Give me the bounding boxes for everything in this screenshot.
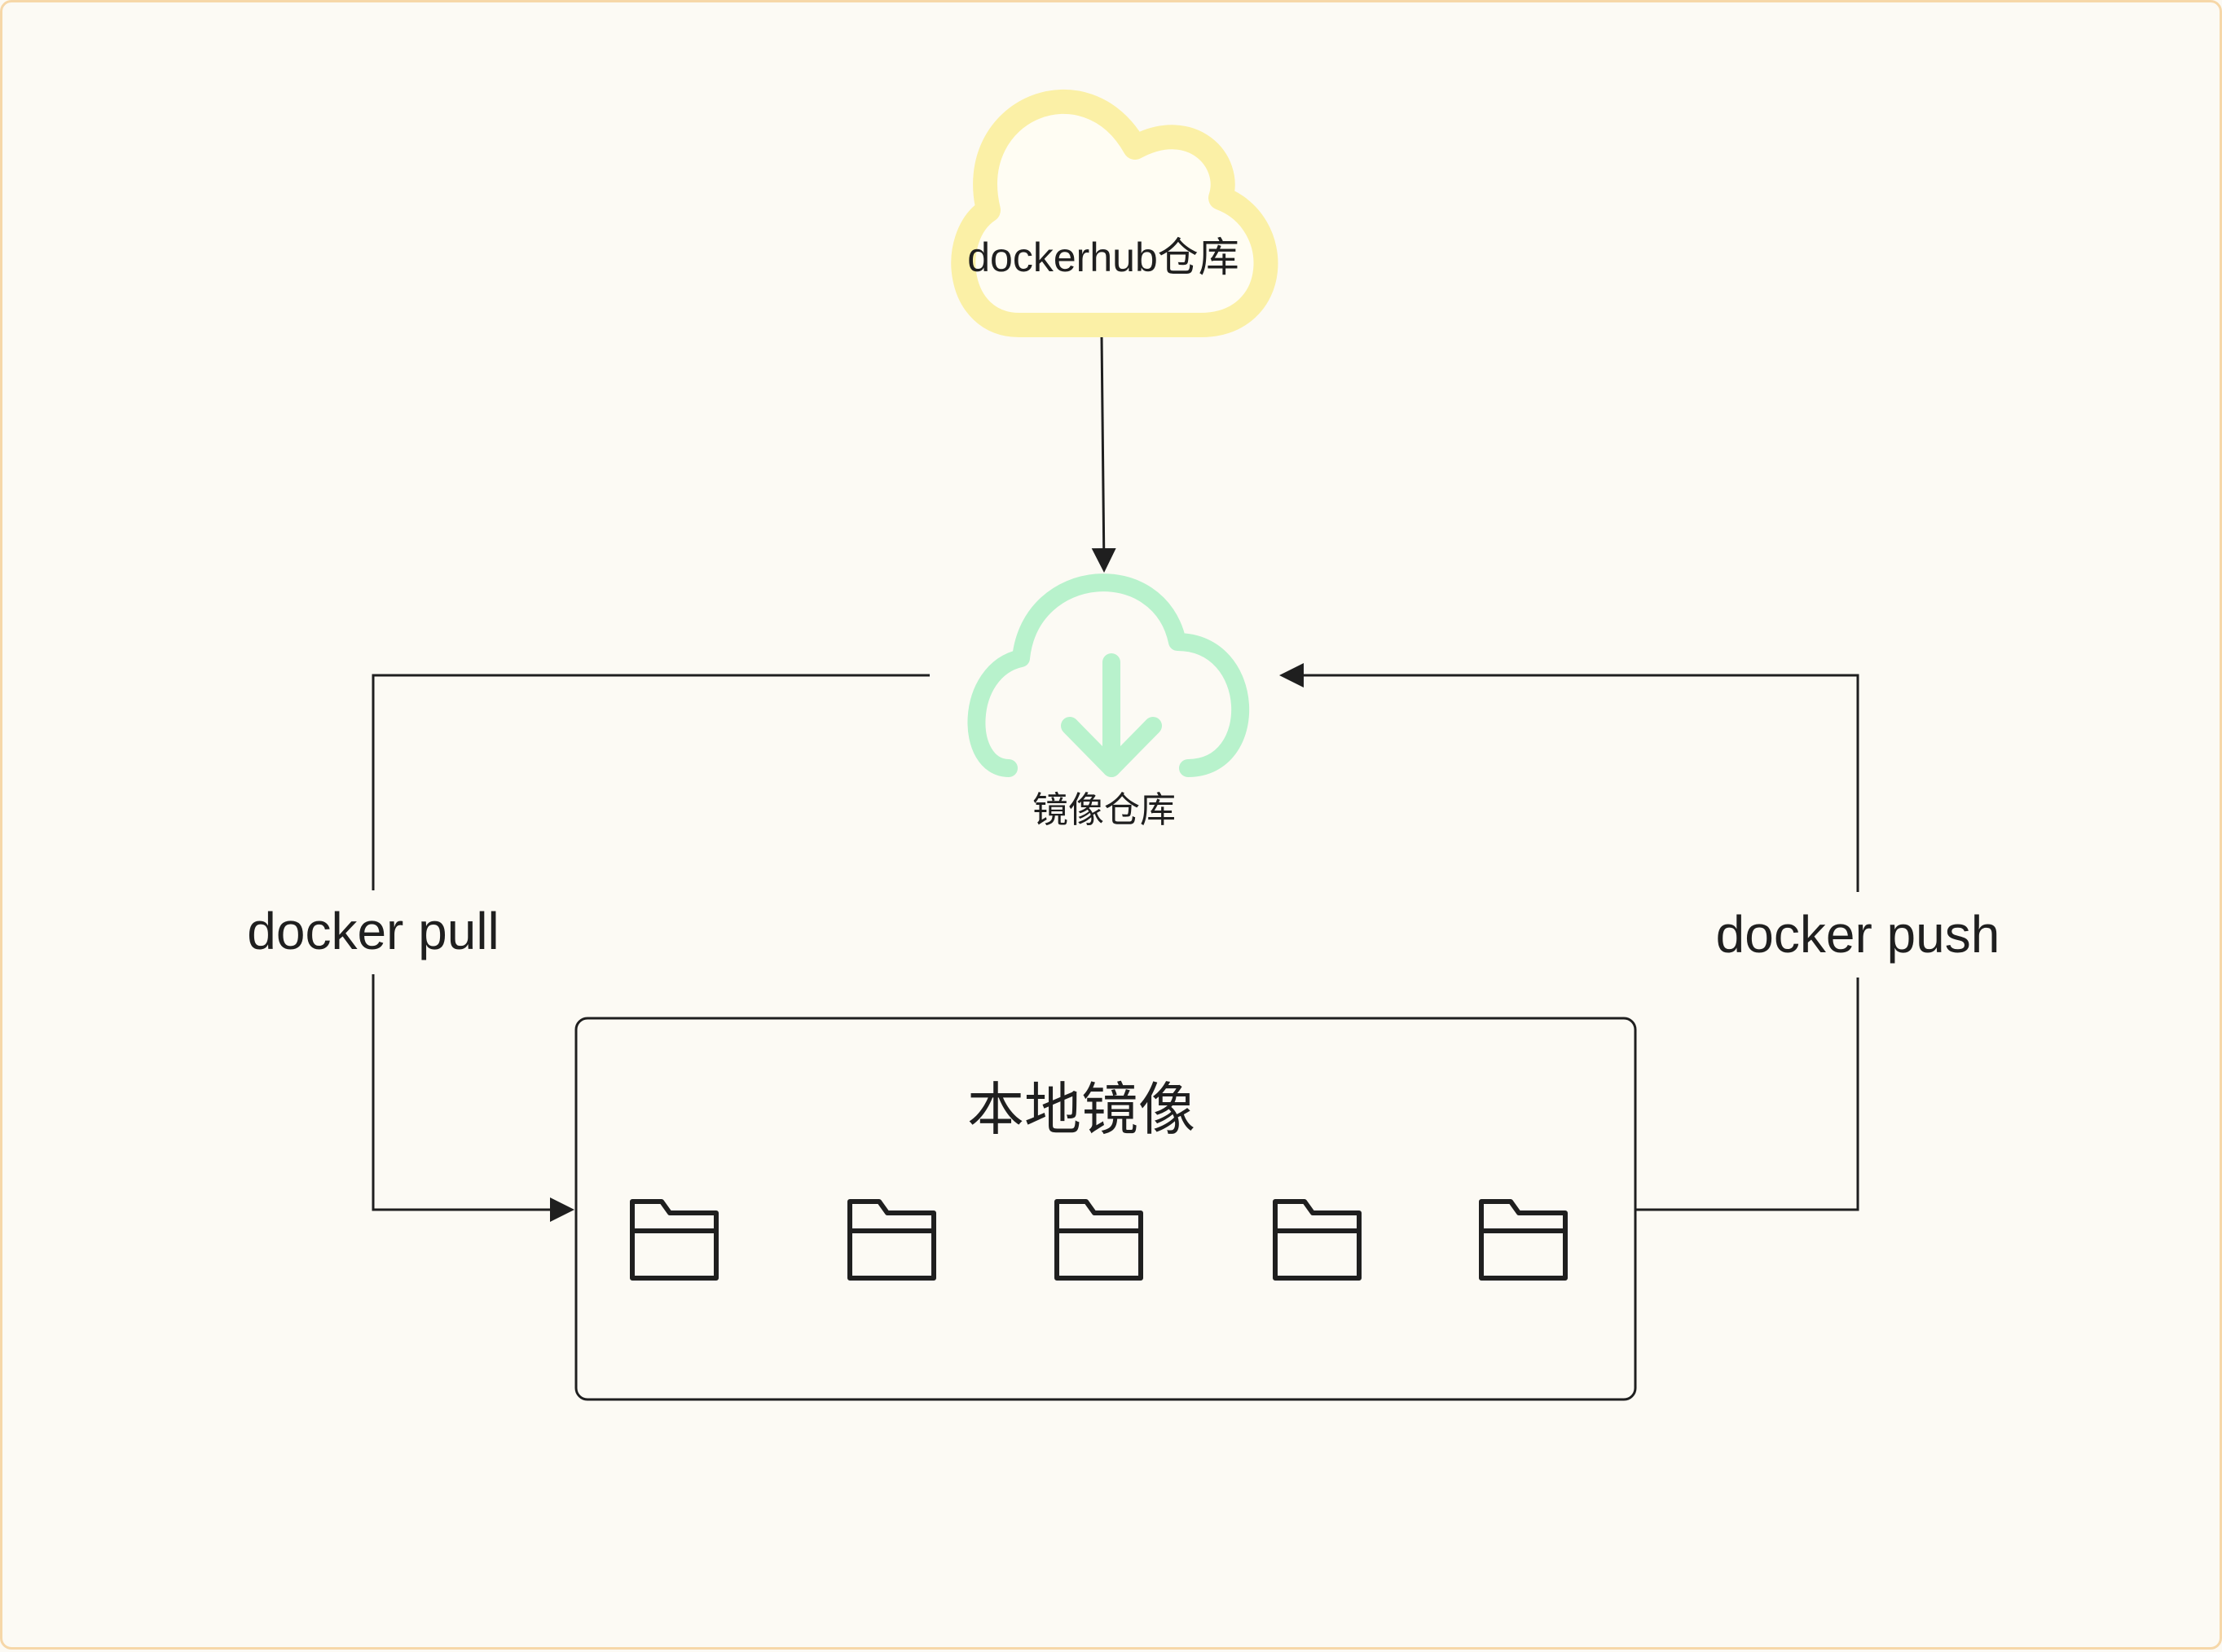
dockerhub-label: dockerhub仓库: [967, 235, 1239, 280]
image-repo-label: 镜像仓库: [1032, 790, 1176, 830]
docker-pull-label: docker pull: [247, 902, 499, 960]
diagram-canvas: docker pull docker push dockerhub仓库 镜像仓库…: [0, 0, 2222, 1650]
image-repo-cloud: 镜像仓库: [967, 573, 1250, 830]
download-arrow-icon: [1061, 653, 1162, 777]
diagram-svg: docker pull docker push dockerhub仓库 镜像仓库…: [247, 90, 2000, 1401]
local-images-box: 本地镜像: [574, 1017, 1637, 1401]
dockerhub-cloud-icon: [951, 90, 1278, 337]
local-images-title: 本地镜像: [967, 1078, 1195, 1141]
edge-hub-to-repo: [1091, 334, 1116, 573]
dockerhub-cloud: dockerhub仓库: [951, 90, 1278, 337]
docker-push-label: docker push: [1716, 905, 2000, 964]
